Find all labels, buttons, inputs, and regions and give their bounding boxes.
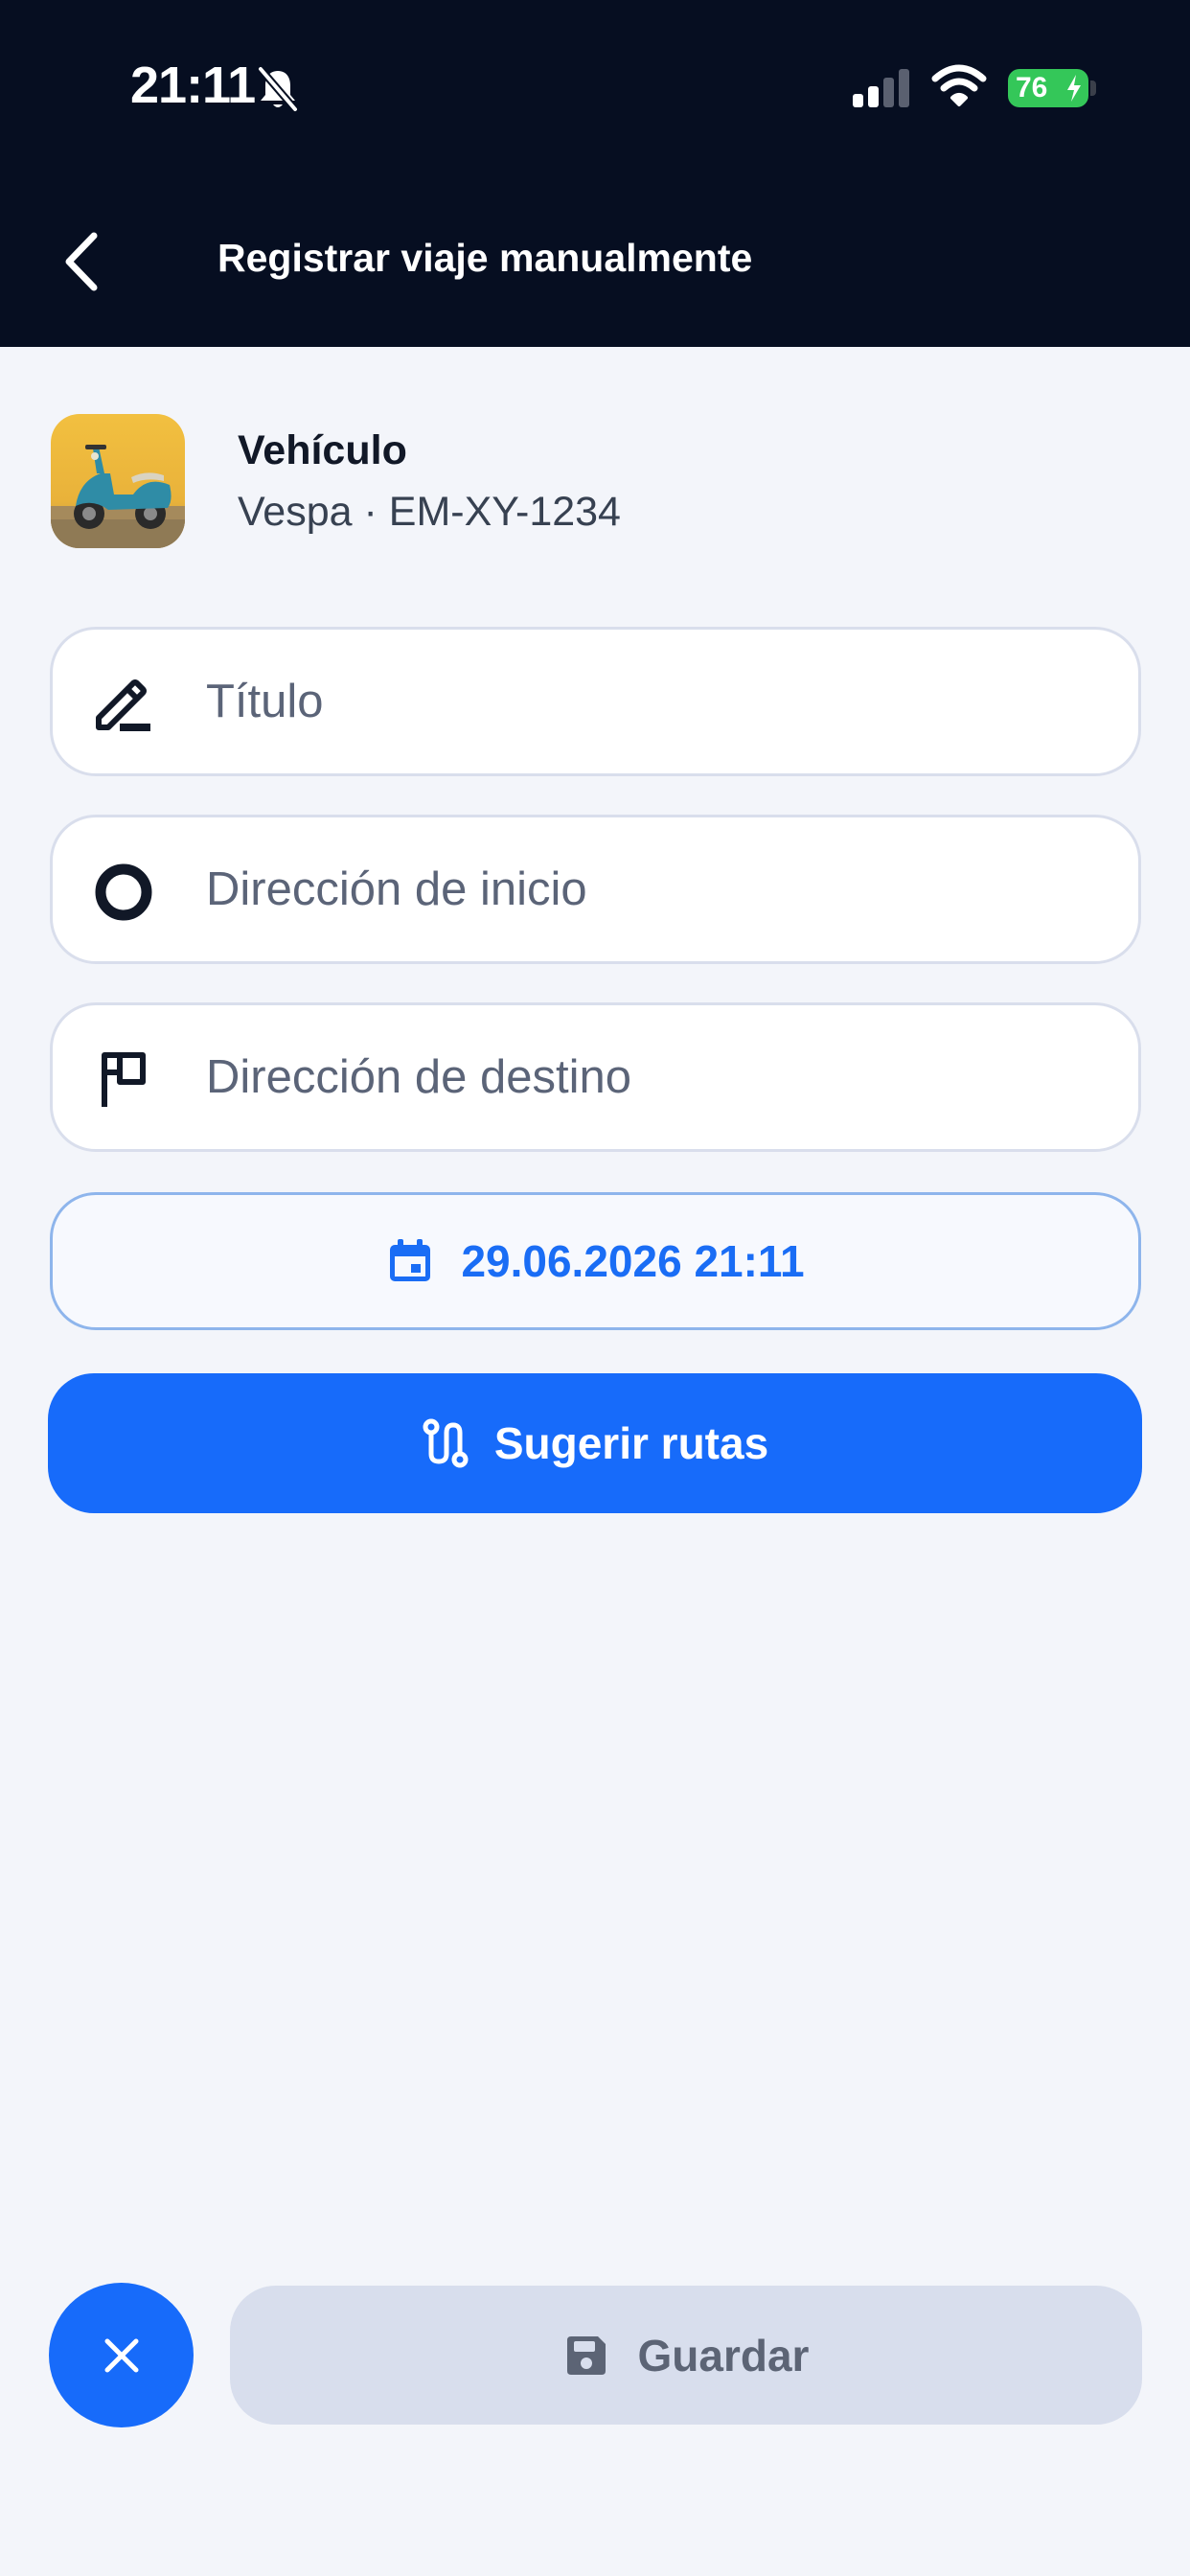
bell-slash-icon [257,66,299,112]
app-header: 21:11 76 Registrar viaje manualmente [0,0,1190,347]
calendar-icon [390,1239,431,1281]
datetime-button[interactable]: 29.06.2026 21:11 [50,1192,1141,1330]
close-button[interactable] [49,2283,194,2427]
title-field[interactable] [50,627,1141,776]
start-address-field[interactable] [50,815,1141,964]
datetime-value: 29.06.2026 21:11 [461,1236,805,1286]
vehicle-label: Vehículo [238,427,407,473]
vehicle-image [51,414,185,548]
scooter-image [51,445,185,548]
save-icon [566,2335,606,2375]
close-icon [104,2338,138,2372]
signal-icon [853,69,909,107]
battery-cap [1090,80,1096,96]
destination-address-input[interactable] [206,1005,1107,1149]
route-icon [423,1418,469,1468]
save-label: Guardar [637,2330,810,2380]
vehicle-detail: Vespa · EM-XY-1234 [238,489,621,535]
battery-icon: 76 [1008,69,1088,107]
suggest-routes-label: Sugerir rutas [493,1418,769,1468]
wifi-icon [931,64,987,106]
battery-level: 76 [1016,72,1048,104]
title-input[interactable] [206,630,1107,773]
destination-address-field[interactable] [50,1002,1141,1152]
back-arrow-icon[interactable] [57,228,111,295]
page-title: Registrar viaje manualmente [217,236,753,280]
suggest-routes-button[interactable]: Sugerir rutas [48,1373,1142,1513]
flag-icon [102,1052,146,1107]
pencil-icon [96,679,150,731]
save-button[interactable]: Guardar [230,2286,1142,2425]
bolt-icon [1067,75,1081,102]
status-time: 21:11 [130,57,256,114]
start-address-input[interactable] [206,817,1107,961]
circle-icon [95,863,152,921]
